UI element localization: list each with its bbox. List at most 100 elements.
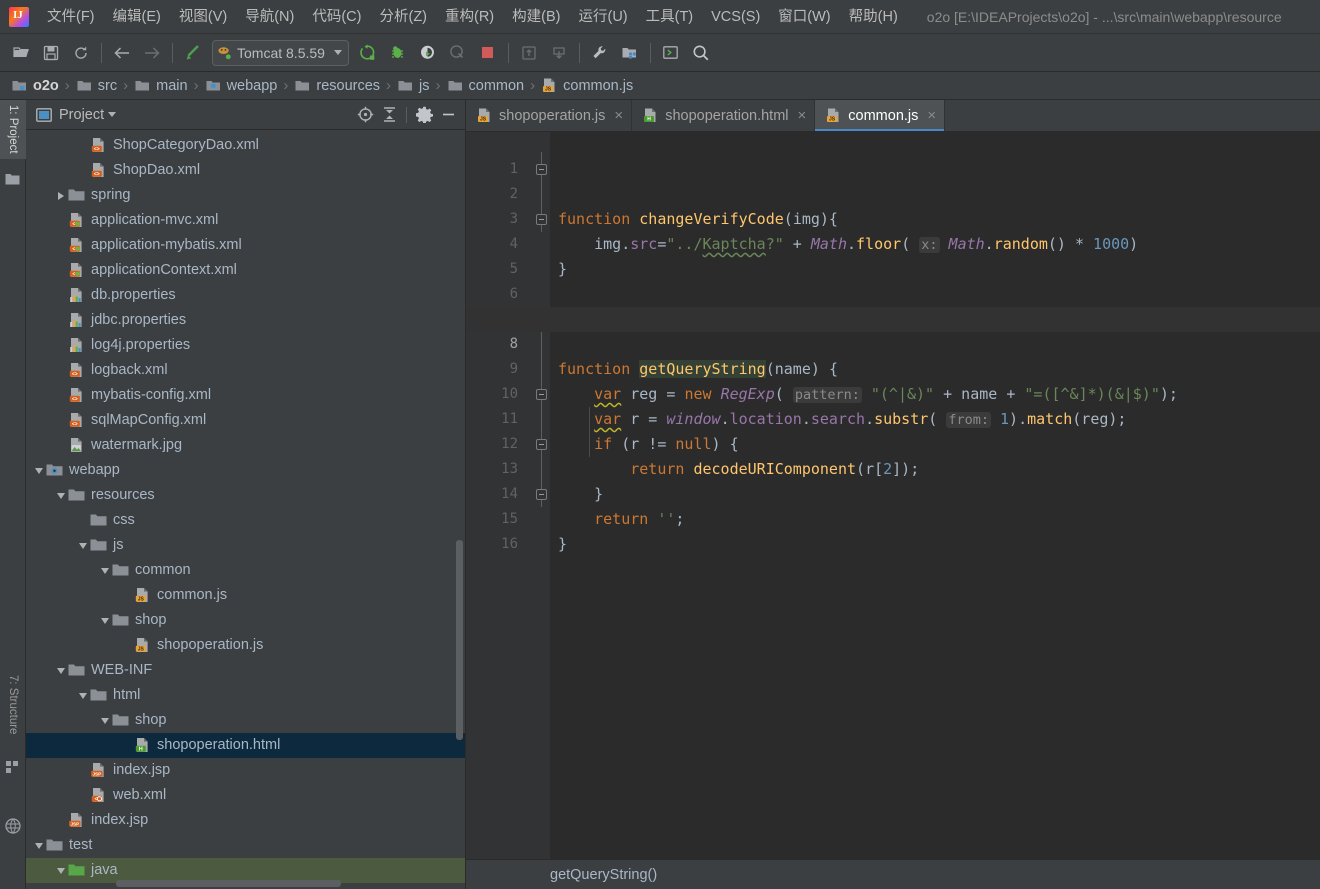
back-arrow-icon[interactable] (108, 40, 136, 66)
gear-icon[interactable] (413, 104, 435, 126)
code-line[interactable]: 10 var r = window.location.search.substr… (466, 357, 1320, 428)
sync-refresh-icon[interactable] (67, 40, 95, 66)
editor-tab-common-js[interactable]: JS common.js × (815, 100, 946, 131)
chevron-right-icon[interactable] (54, 183, 68, 208)
tree-node-mybatis-config-xml[interactable]: <> mybatis-config.xml (26, 383, 465, 408)
menu-code[interactable]: 代码(C) (303, 5, 370, 29)
tree-node-index-jsp[interactable]: JSP index.jsp (26, 758, 465, 783)
code-line[interactable]: 2 function changeVerifyCode(img){ (466, 157, 1320, 228)
tree-node-db-properties[interactable]: db.properties (26, 283, 465, 308)
run-icon[interactable] (354, 40, 382, 66)
editor-tab-shopoperation-js[interactable]: JS shopoperation.js × (466, 100, 633, 131)
tree-node-shopdao-xml[interactable]: <> ShopDao.xml (26, 158, 465, 183)
code-line[interactable]: 13 } (466, 432, 1320, 503)
breadcrumb-item-resources[interactable]: resources (291, 76, 383, 95)
tree-node-jdbc-properties[interactable]: jdbc.properties (26, 308, 465, 333)
tree-node-html[interactable]: html (26, 683, 465, 708)
tree-node-application-mybatis-xml[interactable]: < application-mybatis.xml (26, 233, 465, 258)
chevron-down-icon[interactable] (333, 50, 342, 55)
deploy-icon[interactable] (545, 40, 573, 66)
chevron-down-icon[interactable] (98, 558, 112, 583)
run-configuration-selector[interactable]: Tomcat 8.5.59 (212, 39, 349, 66)
editor-tab-shopoperation-html[interactable]: H shopoperation.html × (632, 100, 816, 131)
chevron-down-icon[interactable] (54, 483, 68, 508)
menu-tools[interactable]: 工具(T) (637, 5, 703, 29)
code-line[interactable]: 1 (466, 132, 1320, 177)
open-project-icon[interactable] (7, 40, 35, 66)
breadcrumb-item-src[interactable]: src (73, 76, 120, 95)
tree-node-logback-xml[interactable]: <> logback.xml (26, 358, 465, 383)
close-icon[interactable]: × (927, 107, 936, 124)
code-line[interactable]: 6 (466, 257, 1320, 302)
code-line[interactable]: 11 if (r != null) { (466, 382, 1320, 453)
hide-panel-icon[interactable] (437, 104, 459, 126)
code-line[interactable]: 7 (466, 282, 1320, 327)
breadcrumb-item-commonjs[interactable]: JS common.js (538, 76, 636, 95)
tree-node-common[interactable]: common (26, 558, 465, 583)
breadcrumb-item-main[interactable]: main (131, 76, 190, 95)
tree-vertical-scrollbar[interactable] (456, 540, 463, 740)
chevron-down-icon[interactable] (54, 858, 68, 883)
tree-node-sqlmapconfig-xml[interactable]: <> sqlMapConfig.xml (26, 408, 465, 433)
menu-build[interactable]: 构建(B) (503, 5, 569, 29)
chevron-down-icon[interactable] (98, 608, 112, 633)
tree-node-spring[interactable]: spring (26, 183, 465, 208)
debug-icon[interactable] (384, 40, 412, 66)
close-icon[interactable]: × (798, 107, 807, 124)
chevron-down-icon[interactable] (76, 683, 90, 708)
menu-file[interactable]: 文件(F) (38, 5, 104, 29)
tree-node-applicationcontext-xml[interactable]: < applicationContext.xml (26, 258, 465, 283)
forward-arrow-icon[interactable] (138, 40, 166, 66)
menu-view[interactable]: 视图(V) (170, 5, 236, 29)
tree-node-shop[interactable]: shop (26, 608, 465, 633)
code-line-current[interactable]: 8 function getQueryString(name) { (466, 307, 1320, 378)
menu-run[interactable]: 运行(U) (569, 5, 636, 29)
breadcrumb-item-webapp[interactable]: webapp (202, 76, 281, 95)
update-app-icon[interactable] (515, 40, 543, 66)
code-text-area[interactable]: 1 2 function changeVerifyCode(img){ 3 im… (466, 132, 1320, 859)
tree-node-shopcategorydao-xml[interactable]: <> ShopCategoryDao.xml (26, 133, 465, 158)
code-editor[interactable]: 1 2 function changeVerifyCode(img){ 3 im… (466, 132, 1320, 859)
code-line[interactable]: 14 return ''; (466, 457, 1320, 528)
chevron-down-icon[interactable] (98, 708, 112, 733)
tree-node-test[interactable]: test (26, 833, 465, 858)
close-icon[interactable]: × (614, 107, 623, 124)
tree-node-common-js[interactable]: JS common.js (26, 583, 465, 608)
chevron-down-icon[interactable] (32, 458, 46, 483)
menu-help[interactable]: 帮助(H) (840, 5, 907, 29)
last-edit-location-icon[interactable] (179, 40, 207, 66)
tree-node-shop[interactable]: shop (26, 708, 465, 733)
save-all-icon[interactable] (37, 40, 65, 66)
tree-node-web-xml[interactable]: < web.xml (26, 783, 465, 808)
code-line[interactable]: 15 } (466, 482, 1320, 553)
chevron-down-icon[interactable] (76, 533, 90, 558)
profile-icon[interactable] (444, 40, 472, 66)
tree-node-log4j-properties[interactable]: log4j.properties (26, 333, 465, 358)
project-file-tree[interactable]: <> ShopCategoryDao.xml <> ShopDao.xml spring… (26, 130, 465, 889)
breadcrumb-current-symbol[interactable]: getQueryString() (550, 867, 657, 883)
breadcrumb-item-o2o[interactable]: o2o (8, 76, 62, 95)
chevron-down-icon[interactable] (32, 833, 46, 858)
tree-node-shopoperation-js[interactable]: JS shopoperation.js (26, 633, 465, 658)
settings-wrench-icon[interactable] (586, 40, 614, 66)
menu-refactor[interactable]: 重构(R) (436, 5, 503, 29)
terminal-icon[interactable] (657, 40, 685, 66)
menu-vcs[interactable]: VCS(S) (702, 5, 769, 29)
menu-analyze[interactable]: 分析(Z) (370, 5, 436, 29)
search-everywhere-icon[interactable] (687, 40, 715, 66)
breadcrumb-item-common[interactable]: common (444, 76, 528, 95)
code-line[interactable]: 9 var reg = new RegExp( pattern: "(^|&)"… (466, 332, 1320, 403)
collapse-all-icon[interactable] (378, 104, 400, 126)
scroll-from-source-icon[interactable] (354, 104, 376, 126)
tree-horizontal-scrollbar[interactable] (116, 880, 341, 887)
tool-tab-project[interactable]: 1: Project (0, 100, 26, 159)
tree-node-shopoperation-html[interactable]: Hshopoperation.html (26, 733, 465, 758)
code-line[interactable]: 12 return decodeURIComponent(r[2]); (466, 407, 1320, 478)
tree-node-index-jsp[interactable]: JSP index.jsp (26, 808, 465, 833)
chevron-down-icon[interactable] (54, 658, 68, 683)
code-line[interactable]: 4 } (466, 207, 1320, 278)
run-coverage-icon[interactable] (414, 40, 442, 66)
menu-window[interactable]: 窗口(W) (769, 5, 839, 29)
tree-node-application-mvc-xml[interactable]: < application-mvc.xml (26, 208, 465, 233)
project-structure-icon[interactable] (616, 40, 644, 66)
